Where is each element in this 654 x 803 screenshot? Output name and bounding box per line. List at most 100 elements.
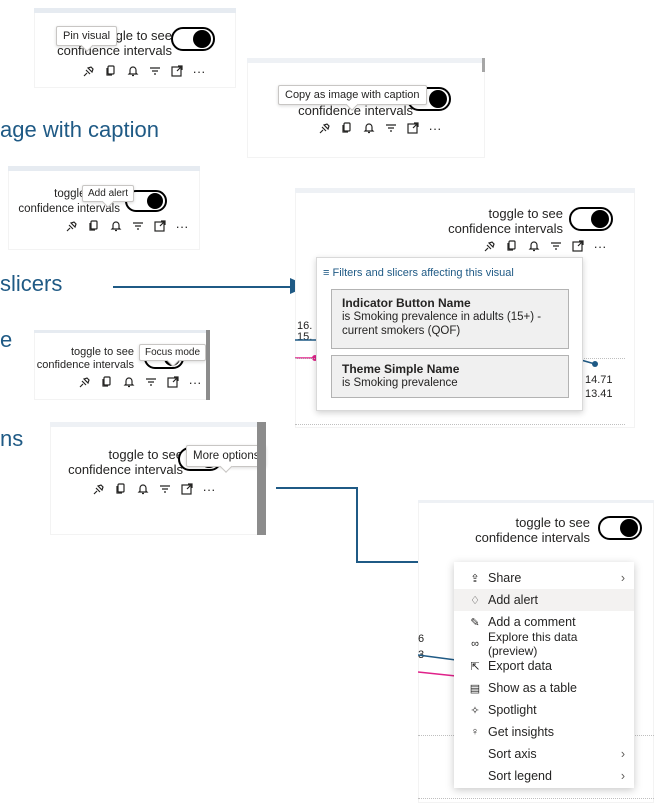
menu-item-label: Sort axis (488, 747, 537, 761)
bell-icon[interactable] (523, 238, 545, 254)
filter-card-theme[interactable]: Theme Simple Name is Smoking prevalence (331, 355, 569, 398)
bg-series-lines (418, 654, 457, 677)
filter-icon[interactable] (144, 63, 166, 79)
filter-card-value: is Smoking prevalence (342, 377, 458, 389)
tooltip-pin: Pin visual (56, 26, 118, 46)
toggle-label-line1: toggle to see (108, 447, 183, 462)
filter-icon[interactable] (127, 218, 149, 234)
header-bar (34, 8, 236, 13)
toggle-switch[interactable] (171, 27, 215, 51)
toggle-label-line2: confidence intervals (68, 462, 183, 477)
binoculars-icon: ∞ (471, 638, 479, 650)
arrow-to-menu-h1 (276, 487, 357, 489)
toggle-label-line1: toggle to see (515, 515, 590, 530)
pin-icon[interactable] (61, 218, 83, 234)
more-icon[interactable]: ··· (171, 218, 193, 234)
menu-item-label: Add a comment (488, 615, 576, 629)
tooltip-focus: Focus mode (139, 344, 207, 361)
menu-item-label: Explore this data (preview) (488, 630, 578, 658)
arrow-to-filters (113, 286, 293, 288)
copy-icon[interactable] (83, 218, 105, 234)
menu-item-label: Show as a table (488, 681, 577, 695)
bell-icon: ♢ (470, 594, 480, 607)
toggle-label: toggle to see confidence intervals (448, 206, 563, 236)
header-bar (8, 166, 200, 171)
menu-item-sort-legend[interactable]: Sort legend › (454, 765, 634, 787)
bell-icon[interactable] (122, 63, 144, 79)
filter-icon[interactable] (154, 481, 176, 497)
gridline (295, 424, 625, 425)
toggle-label-line2: confidence intervals (475, 530, 590, 545)
scrollbar[interactable] (257, 422, 266, 535)
filter-icon[interactable] (140, 374, 162, 390)
menu-item-spotlight[interactable]: ✧ Spotlight (454, 699, 634, 721)
bell-icon[interactable] (358, 120, 380, 136)
tooltip-alert: Add alert (82, 185, 135, 202)
focus-icon[interactable] (149, 218, 171, 234)
focus-icon[interactable] (567, 238, 589, 254)
header-bar (418, 500, 654, 503)
copy-icon[interactable] (336, 120, 358, 136)
chevron-right-icon: › (620, 747, 626, 761)
label-filters-partial: slicers (0, 271, 63, 296)
filter-icon[interactable] (380, 120, 402, 136)
toggle-label: toggle to see confidence intervals (68, 447, 183, 477)
focus-icon[interactable] (162, 374, 184, 390)
header-bar (34, 330, 210, 333)
toggle-switch[interactable] (569, 207, 613, 231)
pin-icon[interactable] (74, 374, 96, 390)
menu-item-insights[interactable]: ♀ Get insights (454, 721, 634, 743)
copy-icon[interactable] (501, 238, 523, 254)
visual-toolbar: ··· (61, 218, 193, 234)
chevron-right-icon: › (620, 769, 626, 783)
menu-item-label: Sort legend (488, 769, 552, 783)
menu-item-sort-axis[interactable]: Sort axis › (454, 743, 634, 765)
menu-item-add-alert[interactable]: ♢ Add alert (454, 589, 634, 611)
toggle-label-line1: toggle to see (488, 206, 563, 221)
filter-card-value: is Smoking prevalence in adults (15+) - … (342, 311, 542, 337)
menu-item-export[interactable]: ⇱ Export data (454, 655, 634, 677)
filter-card-indicator[interactable]: Indicator Button Name is Smoking prevale… (331, 289, 569, 349)
bell-icon[interactable] (132, 481, 154, 497)
copy-icon[interactable] (100, 63, 122, 79)
visual-toolbar: ··· (479, 238, 611, 254)
more-icon[interactable]: ··· (424, 120, 446, 136)
copy-icon[interactable] (96, 374, 118, 390)
visual-toolbar: ··· (78, 63, 210, 79)
toggle-label: toggle to see confidence intervals (475, 515, 590, 545)
pin-icon[interactable] (78, 63, 100, 79)
pin-icon[interactable] (88, 481, 110, 497)
filter-icon[interactable] (545, 238, 567, 254)
menu-item-explore[interactable]: ∞ Explore this data (preview) (454, 630, 634, 658)
header-bar (247, 58, 485, 63)
more-icon[interactable]: ··· (198, 481, 220, 497)
pin-icon[interactable] (314, 120, 336, 136)
tooltip-copy: Copy as image with caption (278, 85, 427, 105)
filters-flyout: ≡ Filters and slicers affecting this vis… (316, 257, 583, 411)
bg-value-left-top: 6 (418, 633, 425, 645)
scrollbar[interactable] (206, 330, 210, 400)
focus-icon[interactable] (176, 481, 198, 497)
more-icon[interactable]: ··· (184, 374, 206, 390)
visual-toolbar: ··· (88, 481, 220, 497)
more-icon[interactable]: ··· (589, 238, 611, 254)
label-focus-partial: e (0, 327, 13, 352)
header-bar (295, 188, 635, 193)
toggle-label: toggle to see confidence intervals (37, 346, 134, 372)
menu-item-show-table[interactable]: ▤ Show as a table (454, 677, 634, 699)
more-icon[interactable]: ··· (188, 63, 210, 79)
copy-icon[interactable] (110, 481, 132, 497)
toggle-switch[interactable] (598, 516, 642, 540)
scrollbar[interactable] (482, 58, 485, 72)
export-icon: ⇱ (470, 660, 480, 673)
pin-icon[interactable] (479, 238, 501, 254)
menu-item-share[interactable]: ⇪ Share › (454, 567, 634, 589)
table-icon: ▤ (469, 682, 481, 695)
arrow-to-menu-v (356, 487, 358, 562)
focus-icon[interactable] (402, 120, 424, 136)
tooltip-more: More options (186, 445, 267, 467)
visual-toolbar: ··· (74, 374, 206, 390)
focus-icon[interactable] (166, 63, 188, 79)
bell-icon[interactable] (118, 374, 140, 390)
bell-icon[interactable] (105, 218, 127, 234)
